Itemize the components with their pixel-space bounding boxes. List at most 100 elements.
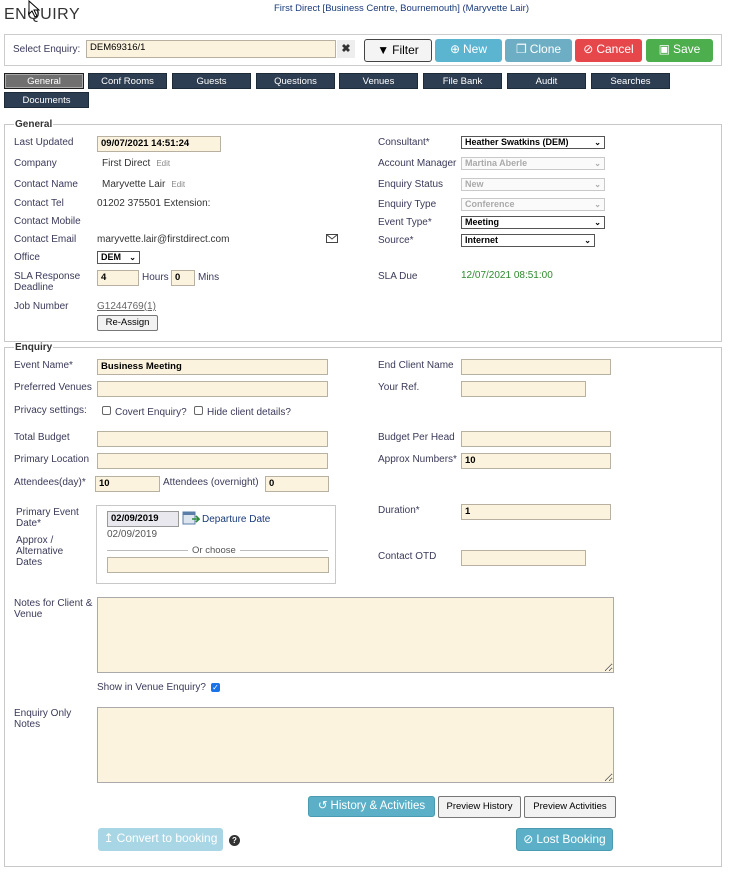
- new-button[interactable]: ⊕ New: [435, 39, 502, 62]
- ban-icon: ⊘: [523, 832, 534, 846]
- preferred-venues-label: Preferred Venues: [14, 382, 92, 393]
- attendees-night-input[interactable]: 0: [265, 476, 329, 492]
- tab-file-bank[interactable]: File Bank: [423, 73, 502, 89]
- duration-input[interactable]: 1: [461, 504, 611, 520]
- contact-name: Maryvette Lair: [102, 179, 166, 190]
- budget-head-input[interactable]: [461, 431, 611, 447]
- covert-checkbox[interactable]: [102, 406, 111, 415]
- contact-otd-input[interactable]: [461, 550, 586, 566]
- job-number-label: Job Number: [14, 301, 69, 312]
- preview-history-button[interactable]: Preview History: [438, 796, 521, 818]
- save-icon: ▣: [658, 42, 670, 56]
- source-select[interactable]: Internet ⌄: [461, 234, 595, 247]
- tab-guests[interactable]: Guests: [172, 73, 251, 89]
- notes-textarea[interactable]: [97, 597, 614, 673]
- envelope-icon[interactable]: [326, 234, 338, 246]
- preview-activities-button[interactable]: Preview Activities: [524, 796, 616, 818]
- job-number-link[interactable]: G1244769(1): [97, 301, 156, 312]
- tab-venues[interactable]: Venues: [339, 73, 418, 89]
- preferred-venues-input[interactable]: [97, 381, 328, 397]
- tab-conf-rooms[interactable]: Conf Rooms: [88, 73, 167, 89]
- chevron-down-icon: ⌄: [594, 200, 601, 209]
- history-activities-button[interactable]: ↺ History & Activities: [308, 796, 435, 817]
- last-updated-field[interactable]: 09/07/2021 14:51:24: [97, 136, 221, 152]
- cancel-button[interactable]: ⊘ Cancel: [575, 39, 642, 62]
- convert-booking-button[interactable]: ↥ Convert to booking: [98, 828, 223, 851]
- account-manager-value: Martina Aberle: [465, 158, 528, 168]
- plus-circle-icon: ⊕: [449, 42, 461, 56]
- company-edit-link[interactable]: Edit: [156, 159, 170, 168]
- event-name-input[interactable]: Business Meeting: [97, 359, 328, 375]
- tab-general[interactable]: General: [4, 73, 84, 89]
- tab-documents[interactable]: Documents: [4, 92, 89, 108]
- event-type-label: Event Type*: [378, 217, 432, 228]
- general-legend: General: [14, 119, 54, 130]
- approx-numbers-label: Approx Numbers*: [378, 454, 457, 465]
- departure-date-value: 02/09/2019: [107, 529, 158, 540]
- show-in-venue-checkbox[interactable]: ✓: [211, 683, 220, 692]
- calendar-icon[interactable]: [182, 510, 201, 529]
- alt-dates-input[interactable]: [107, 557, 329, 573]
- or-choose-text: Or choose: [188, 545, 240, 556]
- tab-searches[interactable]: Searches: [591, 73, 670, 89]
- enquiry-type-select[interactable]: Conference ⌄: [461, 198, 605, 211]
- your-ref-input[interactable]: [461, 381, 586, 397]
- primary-location-label: Primary Location: [14, 454, 90, 465]
- hide-client-label: Hide client details?: [207, 407, 291, 418]
- covert-label: Covert Enquiry?: [115, 407, 187, 418]
- end-client-input[interactable]: [461, 359, 611, 375]
- contact-tel-value: 01202 375501 Extension:: [97, 198, 211, 209]
- sla-mins-input[interactable]: 0: [171, 270, 195, 286]
- show-in-venue-label: Show in Venue Enquiry?: [97, 682, 206, 693]
- consultant-select[interactable]: Heather Swatkins (DEM) ⌄: [461, 136, 605, 149]
- sla-hours-input[interactable]: 4: [97, 270, 139, 286]
- enquiry-status-value: New: [465, 179, 484, 189]
- enquiry-select-input[interactable]: DEM69316/1: [86, 40, 336, 58]
- company-name: First Direct: [102, 158, 151, 169]
- tab-questions[interactable]: Questions: [256, 73, 335, 89]
- chevron-down-icon: ⌄: [584, 236, 591, 245]
- office-select[interactable]: DEM ⌄: [97, 251, 140, 264]
- chevron-down-icon: ⌄: [594, 218, 601, 227]
- attendees-night-label: Attendees (overnight): [163, 477, 259, 488]
- contact-otd-label: Contact OTD: [378, 551, 437, 562]
- enquiry-context: First Direct [Business Centre, Bournemou…: [274, 3, 530, 14]
- clear-icon[interactable]: ✖: [337, 40, 355, 58]
- attendees-day-label: Attendees(day)*: [14, 477, 86, 488]
- source-label: Source*: [378, 235, 414, 246]
- account-manager-select[interactable]: Martina Aberle ⌄: [461, 157, 605, 170]
- tab-audit[interactable]: Audit: [507, 73, 586, 89]
- account-manager-label: Account Manager: [378, 158, 457, 169]
- primary-location-input[interactable]: [97, 453, 328, 469]
- contact-tel-label: Contact Tel: [14, 198, 64, 209]
- sla-due-label: SLA Due: [378, 271, 418, 282]
- cursor-icon: [28, 0, 42, 18]
- select-enquiry-label: Select Enquiry:: [13, 44, 81, 55]
- enquiry-notes-textarea[interactable]: [97, 707, 614, 783]
- approx-numbers-input[interactable]: 10: [461, 453, 611, 469]
- hours-label: Hours: [142, 272, 169, 283]
- chevron-down-icon: ⌄: [594, 159, 601, 168]
- event-type-select[interactable]: Meeting ⌄: [461, 216, 605, 229]
- filter-button[interactable]: ▼ Filter: [364, 39, 432, 62]
- attendees-day-input[interactable]: 10: [95, 476, 160, 492]
- primary-date-input[interactable]: 02/09/2019: [107, 511, 179, 527]
- contact-edit-link[interactable]: Edit: [171, 180, 185, 189]
- office-label: Office: [14, 252, 40, 263]
- hide-client-checkbox[interactable]: [194, 406, 203, 415]
- enquiry-status-select[interactable]: New ⌄: [461, 178, 605, 191]
- reassign-button[interactable]: Re-Assign: [97, 315, 158, 331]
- save-button[interactable]: ▣ Save: [646, 39, 713, 62]
- event-name-label: Event Name*: [14, 360, 73, 371]
- clone-button[interactable]: ❐ Clone: [505, 39, 572, 62]
- copy-icon: ❐: [515, 42, 527, 56]
- consultant-label: Consultant*: [378, 137, 430, 148]
- total-budget-input[interactable]: [97, 431, 328, 447]
- duration-label: Duration*: [378, 505, 420, 516]
- departure-date-link[interactable]: Departure Date: [202, 514, 270, 525]
- help-icon[interactable]: ?: [229, 835, 240, 846]
- your-ref-label: Your Ref.: [378, 382, 420, 393]
- contact-email-label: Contact Email: [14, 234, 77, 245]
- lost-booking-button[interactable]: ⊘ Lost Booking: [516, 828, 613, 851]
- primary-date-label: Primary Event Date*: [16, 507, 79, 529]
